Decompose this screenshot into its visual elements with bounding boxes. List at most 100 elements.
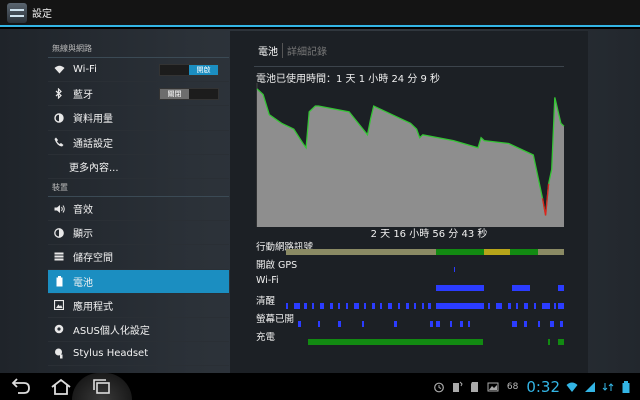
awake-segment bbox=[320, 303, 324, 309]
screen-on-segment bbox=[338, 321, 341, 327]
wifi-status-icon bbox=[566, 382, 578, 392]
history-duration: 2 天 16 小時 56 分 43 秒 bbox=[370, 229, 488, 240]
awake-segments bbox=[286, 303, 564, 309]
awake-segment bbox=[534, 303, 536, 309]
awake-segment bbox=[312, 303, 314, 309]
stylus-status-icon bbox=[452, 381, 463, 392]
tab-battery[interactable]: 電池 bbox=[258, 43, 283, 58]
bluetooth-icon bbox=[53, 88, 65, 100]
awake-segment bbox=[294, 303, 300, 309]
screen-on-segment bbox=[538, 321, 540, 327]
awake-segment bbox=[388, 303, 392, 309]
awake-segment bbox=[414, 303, 416, 309]
stylus-icon bbox=[53, 348, 65, 360]
awake-segment bbox=[364, 303, 366, 309]
tab-detail-history[interactable]: 詳細記錄 bbox=[283, 43, 327, 58]
back-button[interactable] bbox=[10, 378, 32, 396]
awake-segment bbox=[330, 303, 333, 309]
sidebar-item-apps[interactable]: 應用程式 bbox=[48, 294, 229, 318]
signal-strips bbox=[286, 249, 564, 345]
sidebar-item-label: 應用程式 bbox=[73, 301, 113, 313]
sidebar-item-label: 音效 bbox=[73, 205, 93, 217]
sidebar-item-data-usage[interactable]: 資料用量 bbox=[48, 106, 229, 131]
screen-on-segment bbox=[318, 321, 320, 327]
wifi-toggle[interactable]: 開啟 bbox=[159, 64, 219, 76]
awake-segment bbox=[406, 303, 409, 309]
mobile-signal-segment bbox=[538, 249, 564, 255]
awake-segment bbox=[488, 303, 490, 309]
data-usage-icon bbox=[53, 112, 65, 124]
image-icon bbox=[487, 382, 499, 391]
sidebar-item-more[interactable]: 更多內容... bbox=[48, 155, 229, 179]
divider bbox=[254, 66, 564, 67]
sidebar-item-display[interactable]: 顯示 bbox=[48, 221, 229, 246]
bluetooth-toggle[interactable]: 關閉 bbox=[159, 88, 219, 101]
gps-segment bbox=[454, 267, 455, 272]
data-transfer-icon bbox=[602, 382, 614, 391]
awake-segment bbox=[380, 303, 382, 309]
section-header-device: 裝置 bbox=[48, 179, 229, 197]
asus-customize-icon bbox=[53, 323, 65, 335]
screen-on-segment bbox=[436, 321, 440, 327]
app-title: 設定 bbox=[32, 9, 52, 20]
awake-segment bbox=[508, 303, 511, 309]
sd-card-icon bbox=[470, 381, 478, 392]
screen-on-segment bbox=[450, 321, 452, 327]
screen-on-segment bbox=[298, 321, 301, 327]
sidebar-item-wifi[interactable]: Wi-Fi 開啟 bbox=[48, 58, 229, 83]
screen-on-segment bbox=[362, 321, 364, 327]
battery-history-chart bbox=[256, 83, 565, 227]
awake-segment bbox=[286, 303, 288, 309]
display-icon bbox=[53, 227, 65, 239]
wifi-icon bbox=[53, 64, 65, 76]
settings-app-icon[interactable] bbox=[7, 2, 27, 23]
mobile-signal-segment bbox=[484, 249, 510, 255]
clock: 0:32 bbox=[526, 377, 560, 396]
awake-segment bbox=[496, 303, 502, 309]
awake-segment bbox=[554, 303, 556, 309]
screen-on-segment bbox=[560, 321, 563, 327]
sidebar-item-battery[interactable]: 電池 bbox=[48, 269, 229, 294]
sidebar-item-asus-customize[interactable]: ASUS個人化設定 bbox=[48, 318, 229, 343]
status-area: 68 0:32 bbox=[427, 373, 640, 400]
mobile-signal-segment bbox=[510, 249, 538, 255]
awake-segment bbox=[542, 303, 550, 309]
sidebar-item-call-settings[interactable]: 通話設定 bbox=[48, 131, 229, 155]
toggle-knob: 關閉 bbox=[160, 89, 189, 100]
sidebar-item-label: 儲存空間 bbox=[73, 253, 113, 265]
screen-on-segment bbox=[460, 321, 463, 327]
battery-percentage: 68 bbox=[506, 381, 519, 392]
sidebar-item-bluetooth[interactable]: 藍牙 關閉 bbox=[48, 82, 229, 107]
recent-apps-button[interactable] bbox=[91, 378, 113, 396]
mobile-signal-segment bbox=[286, 249, 436, 255]
awake-segment bbox=[516, 303, 518, 309]
speaker-icon bbox=[53, 203, 65, 215]
sidebar-item-label: 通話設定 bbox=[73, 138, 113, 150]
phone-icon bbox=[53, 136, 65, 148]
sidebar-item-label: 資料用量 bbox=[73, 114, 113, 126]
wifi-segment bbox=[512, 285, 530, 291]
screen-on-segment bbox=[394, 321, 397, 327]
sidebar-item-stylus-headset[interactable]: Stylus Headset bbox=[48, 342, 229, 367]
screen-on-segment bbox=[550, 321, 554, 327]
mobile-signal-segment bbox=[436, 249, 484, 255]
wifi-segment bbox=[436, 285, 484, 291]
storage-icon bbox=[53, 251, 65, 263]
home-button[interactable] bbox=[50, 378, 72, 396]
battery-level-area bbox=[257, 88, 564, 227]
sidebar-item-label: 藍牙 bbox=[73, 90, 93, 102]
awake-segment bbox=[428, 303, 431, 309]
charging-segment bbox=[548, 339, 550, 345]
section-header-wireless: 無線與網路 bbox=[48, 40, 229, 58]
alarm-icon bbox=[433, 382, 444, 392]
sidebar-item-storage[interactable]: 儲存空間 bbox=[48, 245, 229, 270]
awake-segment bbox=[422, 303, 424, 309]
awake-segment bbox=[524, 303, 528, 309]
awake-segment bbox=[304, 303, 307, 309]
sidebar-item-label: 更多內容... bbox=[69, 162, 119, 174]
sidebar-item-sound[interactable]: 音效 bbox=[48, 197, 229, 222]
awake-segment bbox=[338, 303, 340, 309]
sidebar-item-label: ASUS個人化設定 bbox=[73, 325, 150, 337]
awake-segment bbox=[398, 303, 400, 309]
battery-detail-panel: 電池 詳細記錄 電池已使用時間：1 天 1 小時 24 分 9 秒 2 天 16… bbox=[230, 31, 588, 373]
